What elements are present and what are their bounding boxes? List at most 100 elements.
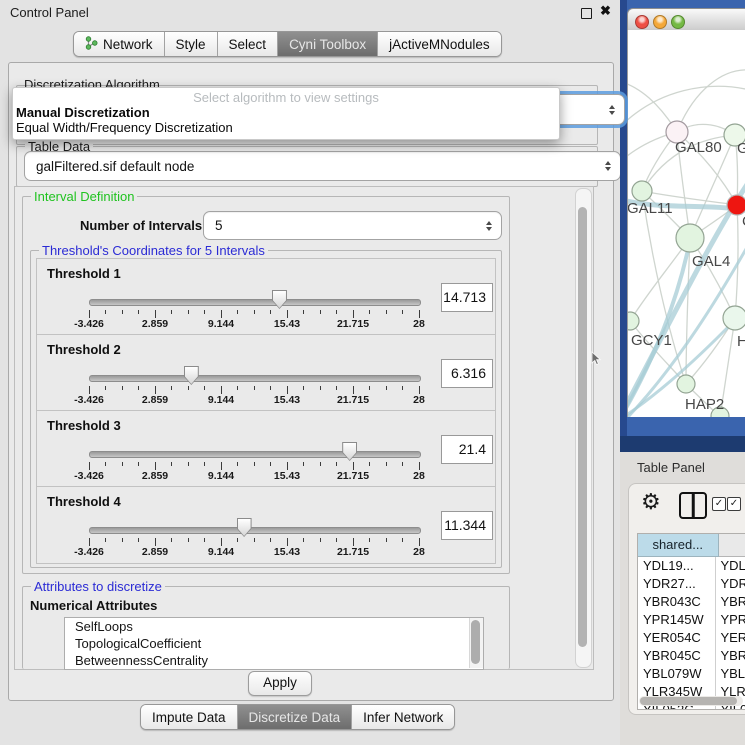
cell-name[interactable]: YBR0 xyxy=(716,647,745,665)
slider-tick xyxy=(320,538,321,542)
slider-tick xyxy=(237,386,238,390)
table-row[interactable]: YBL079WYBL0 xyxy=(638,665,745,683)
slider-tick-label: 21.715 xyxy=(337,470,369,482)
network-edge[interactable] xyxy=(677,70,745,132)
attribute-item-selfloops[interactable]: SelfLoops xyxy=(65,618,483,635)
numerical-attributes-list[interactable]: SelfLoopsTopologicalCoefficientBetweenne… xyxy=(64,617,484,670)
slider-tick xyxy=(204,386,205,390)
slider-tick xyxy=(122,386,123,390)
threshold-slider-track[interactable] xyxy=(89,527,421,534)
threshold-value-field[interactable]: 6.316 xyxy=(441,359,493,388)
slider-tick xyxy=(254,538,255,542)
threshold-slider-thumb[interactable] xyxy=(342,442,357,461)
table-hscrollbar-thumb[interactable] xyxy=(640,697,737,705)
cell-shared-name[interactable]: YDR27... xyxy=(638,575,716,593)
column-header-name[interactable]: na xyxy=(719,534,745,557)
number-of-intervals-combobox[interactable]: 5 xyxy=(203,211,502,240)
minimize-traffic-light-icon[interactable] xyxy=(653,15,667,29)
slider-tick xyxy=(122,462,123,466)
slider-tick xyxy=(402,462,403,466)
tab-jactivemnodules[interactable]: jActiveMNodules xyxy=(378,32,501,56)
h-node[interactable] xyxy=(723,306,745,330)
attributes-scrollbar-thumb[interactable] xyxy=(471,620,480,664)
slider-tick-label: 9.144 xyxy=(208,546,234,558)
table-row[interactable]: YBR045CYBR0 xyxy=(638,647,745,665)
number-of-intervals-label: Number of Intervals xyxy=(80,218,202,233)
apply-button[interactable]: Apply xyxy=(248,671,312,696)
gal11-node[interactable] xyxy=(632,181,652,201)
cell-shared-name[interactable]: YDL19... xyxy=(638,557,716,575)
table-row[interactable]: YDR27...YDR2 xyxy=(638,575,745,593)
slider-tick xyxy=(105,538,106,542)
column-header-shared[interactable]: shared... xyxy=(638,534,719,557)
threshold-slider-track[interactable] xyxy=(89,299,421,306)
threshold-value-field[interactable]: 11.344 xyxy=(441,511,493,540)
cell-shared-name[interactable]: YBL079W xyxy=(638,665,716,683)
popup-item-equal-width-frequency-discretization[interactable]: Equal Width/Frequency Discretization xyxy=(13,120,559,135)
checkbox-icon[interactable]: ✓ xyxy=(712,497,726,511)
cell-name[interactable]: YER0 xyxy=(716,629,745,647)
tab-select[interactable]: Select xyxy=(218,32,279,56)
table-row[interactable]: YPR145WYPR1 xyxy=(638,611,745,629)
slider-tick xyxy=(386,386,387,390)
network-canvas[interactable]: GAL80GAGAL11CGAL4GCY1HHAP2 xyxy=(627,30,745,417)
threshold-slider-thumb[interactable] xyxy=(237,518,252,537)
slider-tick xyxy=(122,538,123,542)
tab-network[interactable]: Network xyxy=(74,32,165,56)
threshold-slider-track[interactable] xyxy=(89,451,421,458)
tab-discretize-data[interactable]: Discretize Data xyxy=(238,705,353,729)
mouse-cursor xyxy=(591,351,602,367)
tab-impute-data[interactable]: Impute Data xyxy=(141,705,238,729)
slider-tick xyxy=(221,462,222,470)
cell-shared-name[interactable]: YPR145W xyxy=(638,611,716,629)
close-traffic-light-icon[interactable] xyxy=(635,15,649,29)
table-data-combobox[interactable]: galFiltered.sif default node xyxy=(24,151,621,181)
network-edge[interactable] xyxy=(628,86,745,125)
attribute-item-topologicalcoefficient[interactable]: TopologicalCoefficient xyxy=(65,635,483,652)
threshold-slider-track[interactable] xyxy=(89,375,421,382)
table-row[interactable]: YDL19...YDL1 xyxy=(638,557,745,575)
cell-name[interactable]: YBL0 xyxy=(716,665,745,683)
cell-shared-name[interactable]: YBR045C xyxy=(638,647,716,665)
threshold-value-field[interactable]: 14.713 xyxy=(441,283,493,312)
slider-tick-label: -3.426 xyxy=(74,318,104,330)
cell-name[interactable]: YDR2 xyxy=(716,575,745,593)
slider-tick xyxy=(353,386,354,394)
table-row[interactable]: YER054CYER0 xyxy=(638,629,745,647)
hap2-node[interactable] xyxy=(677,375,695,393)
tab-infer-network[interactable]: Infer Network xyxy=(352,705,454,729)
cell-name[interactable]: YPR1 xyxy=(716,611,745,629)
slider-tick-label: 21.715 xyxy=(337,546,369,558)
slider-tick xyxy=(122,310,123,314)
checkbox-icon[interactable]: ✓ xyxy=(727,497,741,511)
cell-name[interactable]: YBR0 xyxy=(716,593,745,611)
gal4-node[interactable] xyxy=(676,224,704,252)
slider-tick xyxy=(386,310,387,314)
float-window-icon[interactable] xyxy=(581,8,592,19)
network-window-titlebar[interactable] xyxy=(627,8,745,32)
zoom-traffic-light-icon[interactable] xyxy=(671,15,685,29)
slider-tick-label: 21.715 xyxy=(337,394,369,406)
threshold-value-field[interactable]: 21.4 xyxy=(441,435,493,464)
attribute-item-betweennesscentrality[interactable]: BetweennessCentrality xyxy=(65,652,483,669)
cell-shared-name[interactable]: YBR043C xyxy=(638,593,716,611)
table-row[interactable]: YBR043CYBR0 xyxy=(638,593,745,611)
threshold-slider-thumb[interactable] xyxy=(272,290,287,309)
popup-item-manual-discretization[interactable]: Manual Discretization xyxy=(13,105,559,120)
tab-cyni-toolbox[interactable]: Cyni Toolbox xyxy=(278,32,378,56)
slider-tick xyxy=(369,462,370,466)
tab-style[interactable]: Style xyxy=(165,32,218,56)
gcy1-node[interactable] xyxy=(628,312,639,330)
threshold-slider-thumb[interactable] xyxy=(184,366,199,385)
cell-name[interactable]: YDL1 xyxy=(716,557,745,575)
red-node[interactable] xyxy=(727,195,745,215)
settings-scrollbar-thumb[interactable] xyxy=(578,207,587,647)
close-icon[interactable]: ✖ xyxy=(600,3,611,19)
cell-shared-name[interactable]: YER054C xyxy=(638,629,716,647)
slider-tick xyxy=(155,310,156,318)
numerical-attributes-label: Numerical Attributes xyxy=(30,598,157,613)
split-columns-icon[interactable] xyxy=(679,492,707,519)
slider-tick xyxy=(171,310,172,314)
gear-icon[interactable]: ⚙ xyxy=(641,490,661,514)
algorithm-dropdown-popup: Select algorithm to view settings Manual… xyxy=(12,87,560,140)
